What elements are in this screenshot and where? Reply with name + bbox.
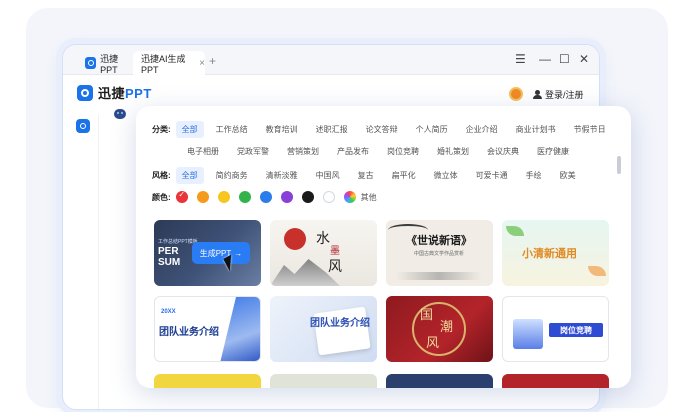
color-swatch-red[interactable]: ✓ xyxy=(175,190,188,203)
side-rail xyxy=(63,115,99,409)
rail-home-icon[interactable] xyxy=(76,119,90,133)
color-swatch-green[interactable] xyxy=(238,191,251,203)
color-row: 颜色: ✓ 其他 xyxy=(152,190,377,203)
tab-ai-generate[interactable]: 迅捷AI生成PPT × xyxy=(133,51,205,75)
template-card[interactable] xyxy=(154,374,261,388)
color-swatch-black[interactable] xyxy=(301,191,314,203)
style-chip[interactable]: 扁平化 xyxy=(386,167,422,184)
user-icon xyxy=(533,89,542,99)
category-chip[interactable]: 教育培训 xyxy=(260,121,304,138)
style-chip[interactable]: 复古 xyxy=(352,167,380,184)
template-card[interactable]: 小清新通用 xyxy=(502,220,609,286)
brand-name: 迅捷PPT xyxy=(98,86,152,101)
menu-icon[interactable]: ☰ xyxy=(515,53,526,65)
color-label: 颜色: xyxy=(152,192,171,202)
category-row-1: 分类: 全部 工作总结 教育培训 述职汇报 论文答辩 个人简历 企业介绍 商业计… xyxy=(152,121,618,138)
category-chip[interactable]: 节假节日 xyxy=(568,121,612,138)
style-chip[interactable]: 微立体 xyxy=(428,167,464,184)
category-chip[interactable]: 商业计划书 xyxy=(510,121,562,138)
color-swatch-orange[interactable] xyxy=(196,191,209,203)
fox-mascot-icon[interactable] xyxy=(509,87,523,101)
login-register-button[interactable]: 登录/注册 xyxy=(533,85,584,103)
template-card[interactable]: 团队业务介绍 xyxy=(270,296,377,362)
category-chip[interactable]: 会议庆典 xyxy=(481,143,525,160)
style-chip[interactable]: 欧美 xyxy=(554,167,582,184)
new-tab-button[interactable]: + xyxy=(209,54,216,68)
category-chip[interactable]: 产品发布 xyxy=(331,143,375,160)
tab-bar: 迅捷PPT 迅捷AI生成PPT × + ☰ — ☐ ✕ xyxy=(63,45,599,75)
style-label: 风格: xyxy=(152,171,171,180)
template-card[interactable] xyxy=(386,374,493,388)
category-chip[interactable]: 述职汇报 xyxy=(310,121,354,138)
style-chip[interactable]: 清新淡雅 xyxy=(260,167,304,184)
tab-home[interactable]: 迅捷PPT xyxy=(85,51,133,75)
tab-home-label: 迅捷PPT xyxy=(100,53,119,75)
style-chip[interactable]: 简约商务 xyxy=(210,167,254,184)
maximize-button[interactable]: ☐ xyxy=(559,53,570,65)
template-card[interactable] xyxy=(270,374,377,388)
category-chip[interactable]: 论文答辩 xyxy=(360,121,404,138)
category-chip[interactable]: 电子相册 xyxy=(181,143,225,160)
brand-icon xyxy=(77,84,93,101)
color-swatch-purple[interactable] xyxy=(280,191,293,203)
template-card[interactable]: 岗位竞聘 xyxy=(502,296,609,362)
arrow-right-icon: → xyxy=(234,248,243,258)
login-register-label: 登录/注册 xyxy=(545,89,584,100)
category-chip[interactable]: 企业介绍 xyxy=(460,121,504,138)
category-chip[interactable]: 工作总结 xyxy=(210,121,254,138)
category-chip[interactable]: 岗位竞聘 xyxy=(381,143,425,160)
tab-ai-generate-label: 迅捷AI生成PPT xyxy=(141,53,186,75)
template-card[interactable]: 水 墨 风 xyxy=(270,220,377,286)
template-card[interactable]: 20XX 团队业务介绍 xyxy=(154,296,261,362)
style-chip[interactable]: 可爱卡通 xyxy=(470,167,514,184)
color-swatch-white[interactable] xyxy=(322,191,335,203)
close-window-button[interactable]: ✕ xyxy=(579,53,589,65)
color-swatch-other[interactable] xyxy=(343,191,356,203)
generate-ppt-button[interactable]: 生成PPT → xyxy=(192,242,250,264)
app-logo-icon xyxy=(85,57,97,69)
category-chip[interactable]: 医疗健康 xyxy=(531,143,575,160)
color-swatch-blue[interactable] xyxy=(259,191,272,203)
color-other-label[interactable]: 其他 xyxy=(361,192,377,203)
style-row: 风格: 全部 简约商务 清新淡雅 中国风 复古 扁平化 微立体 可爱卡通 手绘 … xyxy=(152,167,588,184)
scrollbar-thumb[interactable] xyxy=(617,156,621,174)
style-chip-all[interactable]: 全部 xyxy=(175,167,204,184)
template-card[interactable]: 工作总结PPT模板 PER SUM 生成PPT → xyxy=(154,220,261,286)
ai-robot-icon[interactable] xyxy=(114,109,126,119)
category-row-2: 电子相册 党政军警 营销策划 产品发布 岗位竞聘 婚礼策划 会议庆典 医疗健康 xyxy=(181,143,581,160)
check-icon: ✓ xyxy=(178,190,186,199)
template-card[interactable] xyxy=(502,374,609,388)
category-chip[interactable]: 党政军警 xyxy=(231,143,275,160)
category-label: 分类: xyxy=(152,125,171,134)
category-chip[interactable]: 营销策划 xyxy=(281,143,325,160)
category-chip-all[interactable]: 全部 xyxy=(175,121,204,138)
tab-close-icon[interactable]: × xyxy=(199,58,205,69)
style-chip[interactable]: 中国风 xyxy=(310,167,346,184)
template-card[interactable]: 《世说新语》 中国古典文学作品赏析 xyxy=(386,220,493,286)
category-chip[interactable]: 个人简历 xyxy=(410,121,454,138)
category-chip[interactable]: 婚礼策划 xyxy=(431,143,475,160)
style-chip[interactable]: 手绘 xyxy=(520,167,548,184)
template-card[interactable]: 国 潮 风 xyxy=(386,296,493,362)
template-panel: 分类: 全部 工作总结 教育培训 述职汇报 论文答辩 个人简历 企业介绍 商业计… xyxy=(136,106,631,388)
color-swatch-yellow[interactable] xyxy=(217,191,230,203)
minimize-button[interactable]: — xyxy=(539,53,551,65)
brand-logo[interactable]: 迅捷PPT xyxy=(77,83,152,102)
